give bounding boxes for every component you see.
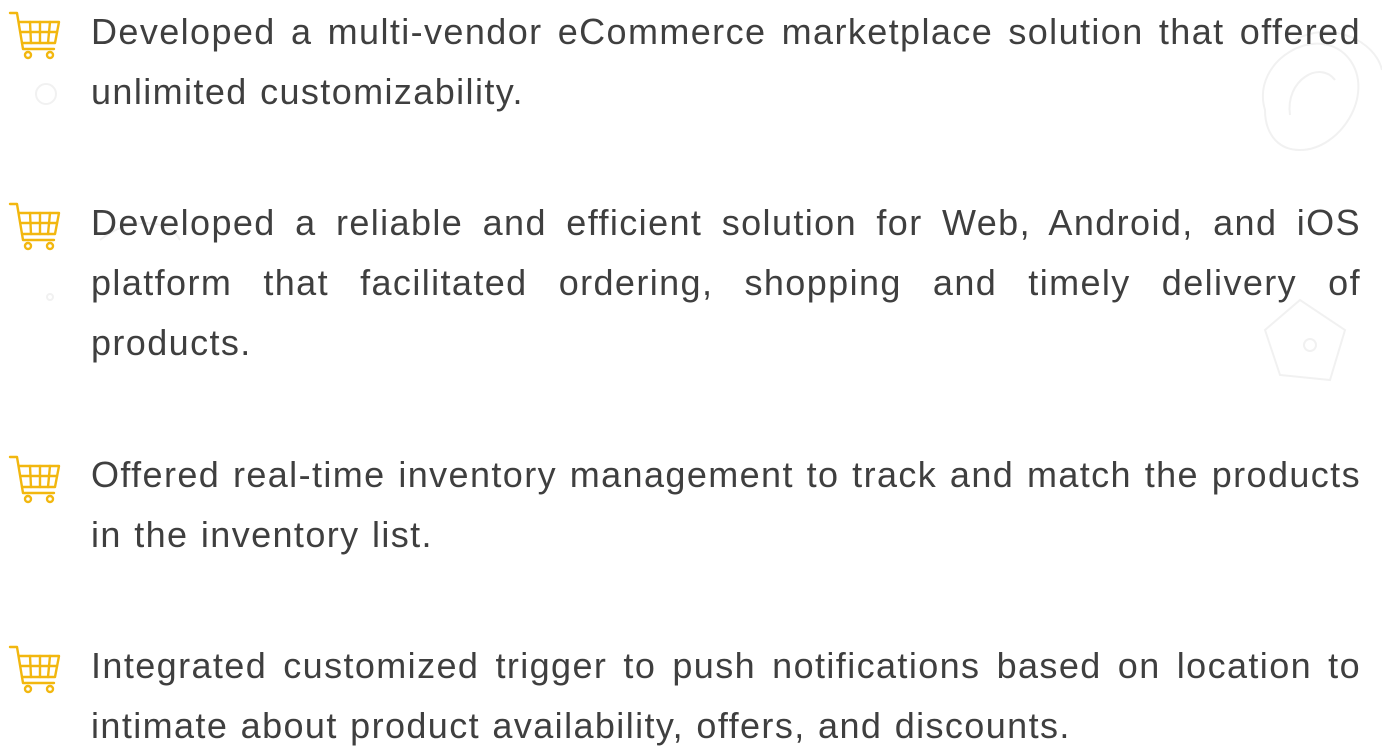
feature-list: Developed a multi-vendor eCommerce marke… [0, 0, 1382, 746]
shopping-cart-icon [6, 449, 64, 507]
feature-text: Offered real-time inventory management t… [91, 454, 1361, 555]
feature-text: Developed a multi-vendor eCommerce marke… [91, 11, 1361, 112]
shopping-cart-icon [6, 196, 64, 254]
shopping-cart-icon [6, 639, 64, 697]
feature-text: Developed a reliable and efficient solut… [91, 202, 1361, 363]
feature-text: Integrated customized trigger to push no… [91, 645, 1361, 746]
shopping-cart-icon [6, 5, 64, 63]
